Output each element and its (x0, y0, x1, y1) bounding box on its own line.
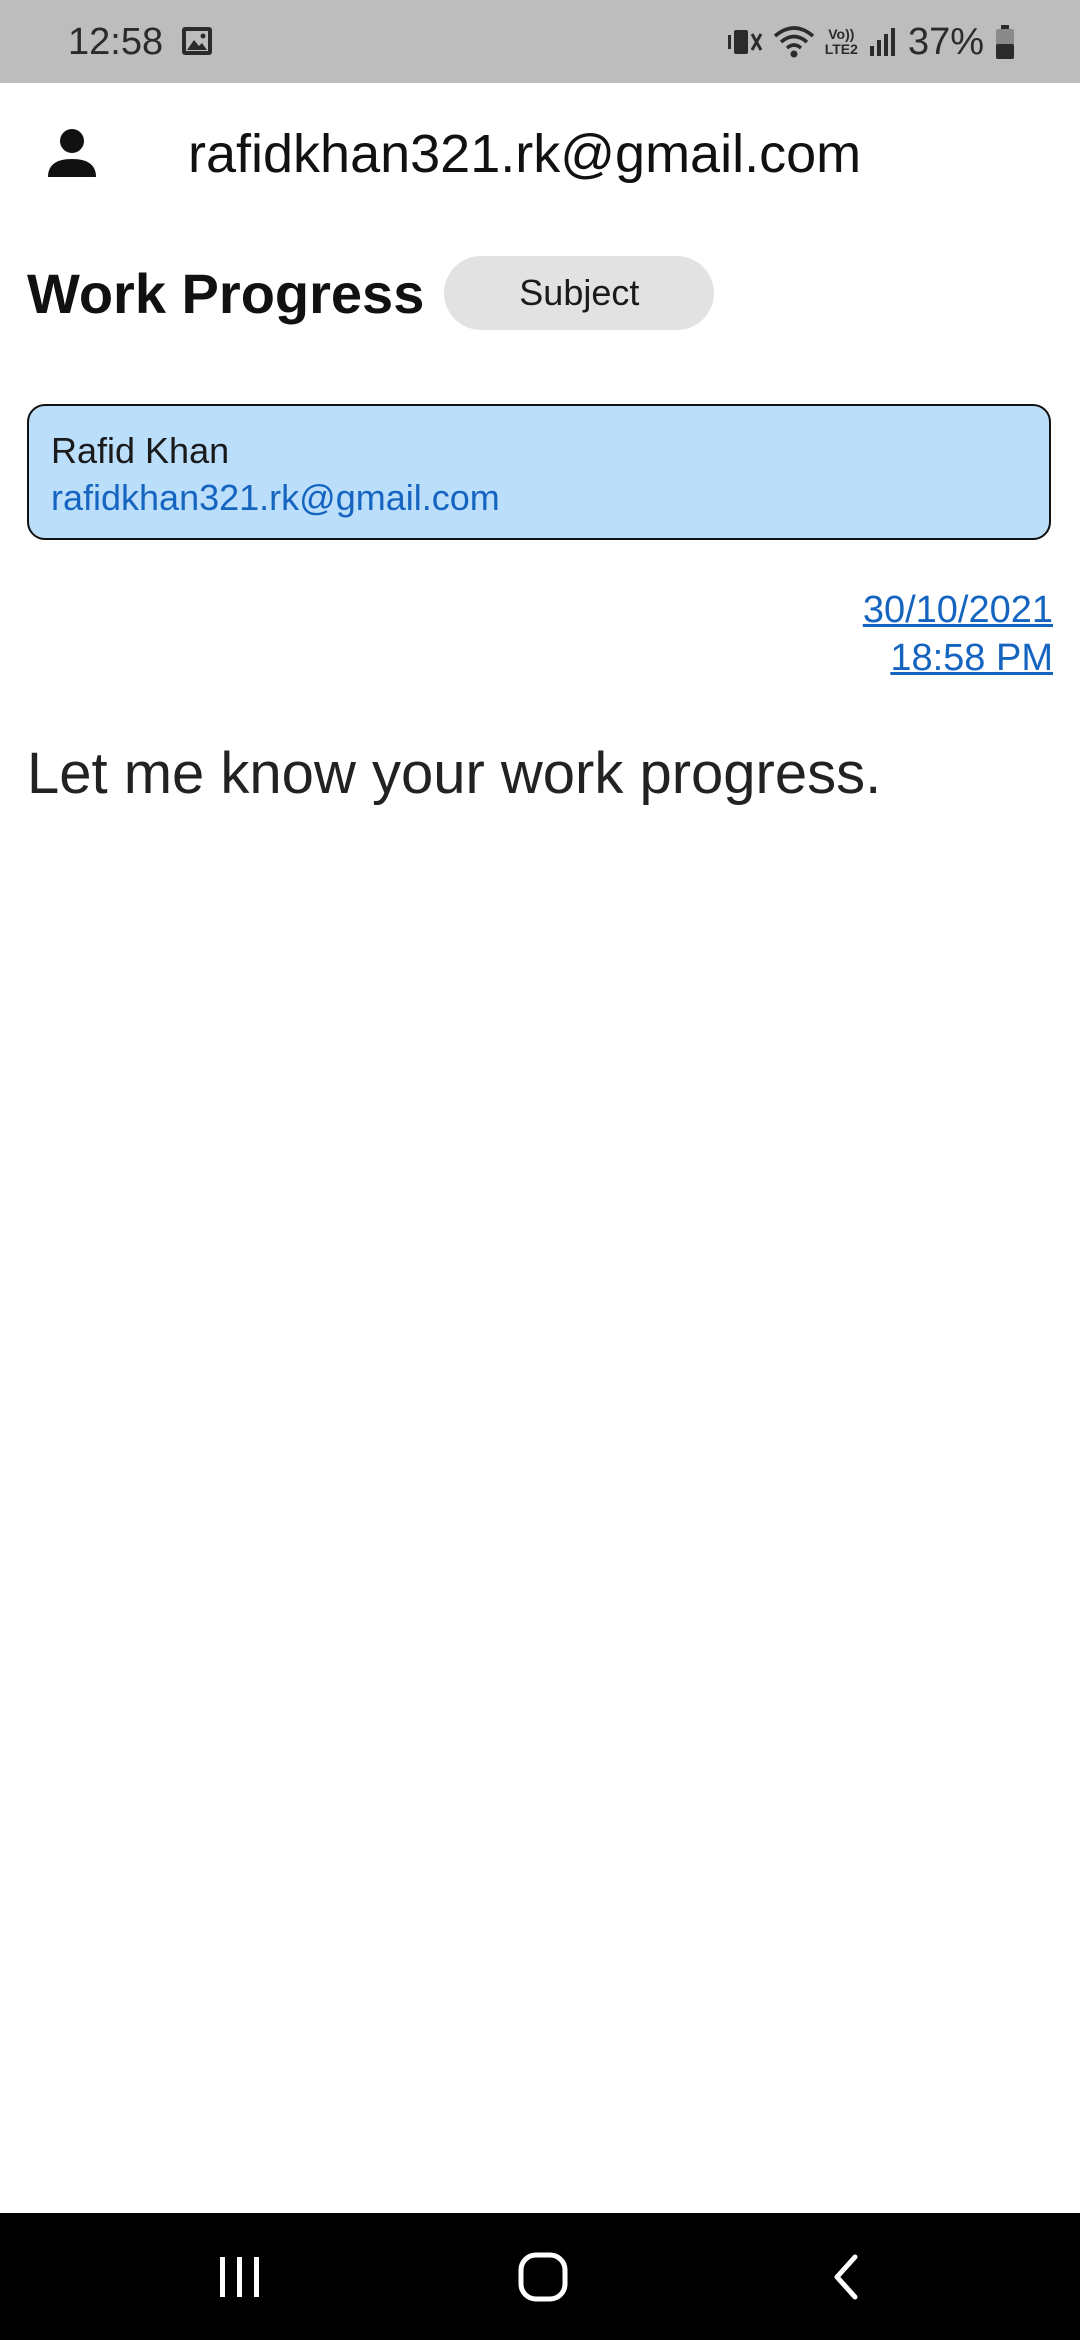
timestamp-time[interactable]: 18:58 PM (863, 634, 1053, 682)
image-icon (182, 27, 212, 55)
back-button[interactable] (766, 2213, 926, 2340)
home-button[interactable] (463, 2213, 623, 2340)
page-title: Work Progress (27, 261, 425, 325)
signal-icon (869, 28, 895, 56)
home-icon (518, 2252, 568, 2301)
navigation-bar (0, 2213, 1080, 2340)
status-time: 12:58 (68, 21, 164, 63)
volte-indicator: Vo)) LTE2 (825, 27, 858, 57)
wifi-icon (773, 26, 814, 58)
battery-percent: 37% (907, 21, 984, 63)
recents-button[interactable] (160, 2213, 320, 2340)
title-row: Work Progress Subject (27, 255, 715, 331)
sender-email-link[interactable]: rafidkhan321.rk@gmail.com (51, 474, 1049, 522)
account-header: rafidkhan321.rk@gmail.com (0, 83, 1080, 233)
account-email: rafidkhan321.rk@gmail.com (188, 124, 862, 184)
subject-chip[interactable]: Subject (444, 256, 715, 330)
recents-icon (220, 2256, 259, 2297)
back-icon (834, 2254, 858, 2299)
vibrate-off-icon (727, 30, 763, 54)
message-body: Let me know your work progress. (27, 741, 882, 806)
timestamp-date[interactable]: 30/10/2021 (863, 586, 1053, 634)
sender-card[interactable]: Rafid Khan rafidkhan321.rk@gmail.com (27, 404, 1051, 540)
sender-name: Rafid Khan (51, 430, 230, 471)
volte-label: Vo)) (828, 26, 855, 42)
person-icon[interactable] (46, 127, 98, 179)
status-bar: 12:58 Vo)) LTE2 37% (0, 0, 1080, 83)
battery-icon (996, 25, 1014, 59)
message-timestamp: 30/10/2021 18:58 PM (863, 586, 1053, 682)
status-icons: Vo)) LTE2 37% (725, 18, 1016, 66)
lte-label: LTE2 (824, 41, 858, 57)
